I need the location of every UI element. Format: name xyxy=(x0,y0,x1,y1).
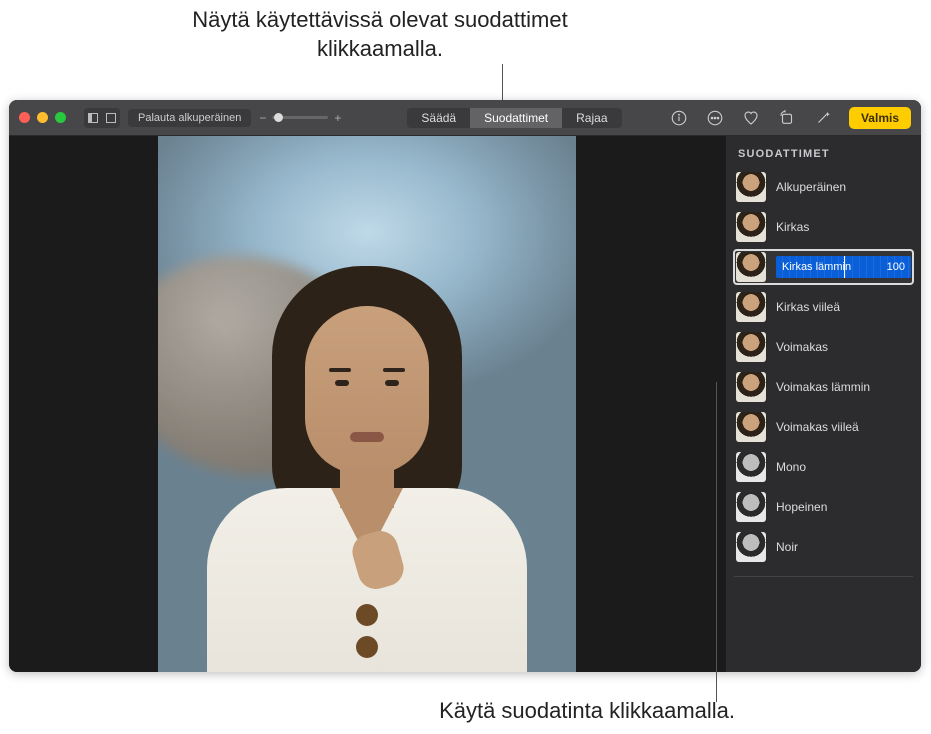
toolbar-right-icons: Valmis xyxy=(669,107,911,129)
filter-thumbnail xyxy=(736,332,766,362)
filter-label: Voimakas xyxy=(776,340,911,354)
filters-panel-title: SUODATTIMET xyxy=(734,146,913,170)
filter-item-mono[interactable]: Mono xyxy=(734,450,913,484)
zoom-out-label[interactable]: − xyxy=(259,111,266,125)
filter-thumbnail xyxy=(736,412,766,442)
filter-list: AlkuperäinenKirkasKirkas lämmin100Kirkas… xyxy=(734,170,913,577)
filter-item-kirkas-lämmin[interactable]: Kirkas lämmin 100 xyxy=(734,250,913,284)
tab-crop[interactable]: Rajaa xyxy=(562,108,621,128)
filter-label: Hopeinen xyxy=(776,500,911,514)
zoom-in-label[interactable]: + xyxy=(334,111,341,125)
info-icon[interactable] xyxy=(669,108,689,128)
filter-label: Voimakas lämmin xyxy=(776,380,911,394)
filter-item-voimakas[interactable]: Voimakas xyxy=(734,330,913,364)
window-controls xyxy=(19,112,66,123)
photo-preview[interactable] xyxy=(158,136,576,672)
filter-thumbnail xyxy=(736,172,766,202)
filters-panel: SUODATTIMET Alkuperäinen Kirkas Kirkas läm… xyxy=(725,136,921,672)
compare-view-toggle[interactable] xyxy=(84,108,120,128)
filter-item-hopeinen[interactable]: Hopeinen xyxy=(734,490,913,524)
filter-thumbnail xyxy=(736,532,766,562)
filter-intensity-value: 100 xyxy=(887,261,905,273)
photos-edit-window: Palauta alkuperäinen − + Säädä Suodattim… xyxy=(9,100,921,672)
minimize-window-button[interactable] xyxy=(37,112,48,123)
single-view-icon xyxy=(106,113,116,123)
edit-mode-tabs: Säädä Suodattimet Rajaa xyxy=(407,108,621,128)
filter-intensity-slider[interactable]: Kirkas lämmin 100 xyxy=(776,256,911,278)
filter-item-voimakas-viileä[interactable]: Voimakas viileä xyxy=(734,410,913,444)
zoom-control: − + xyxy=(259,111,341,125)
filter-label: Noir xyxy=(776,540,911,554)
zoom-slider[interactable] xyxy=(272,116,328,119)
filter-label: Mono xyxy=(776,460,911,474)
callout-bottom-text: Käytä suodatinta klikkaamalla. xyxy=(355,698,735,724)
fullscreen-window-button[interactable] xyxy=(55,112,66,123)
auto-enhance-wand-icon[interactable] xyxy=(813,108,833,128)
photo-canvas xyxy=(9,136,725,672)
filter-item-noir[interactable]: Noir xyxy=(734,530,913,564)
filter-label: Kirkas viileä xyxy=(776,300,911,314)
editor-content: SUODATTIMET Alkuperäinen Kirkas Kirkas läm… xyxy=(9,136,921,672)
more-icon[interactable] xyxy=(705,108,725,128)
tab-adjust[interactable]: Säädä xyxy=(407,108,470,128)
toolbar: Palauta alkuperäinen − + Säädä Suodattim… xyxy=(9,100,921,136)
filter-thumbnail xyxy=(736,372,766,402)
rotate-icon[interactable] xyxy=(777,108,797,128)
callout-top-line xyxy=(502,64,503,100)
favorite-heart-icon[interactable] xyxy=(741,108,761,128)
filter-thumbnail xyxy=(736,292,766,322)
filter-item-kirkas[interactable]: Kirkas xyxy=(734,210,913,244)
filter-thumbnail xyxy=(736,452,766,482)
split-view-icon xyxy=(88,113,98,123)
close-window-button[interactable] xyxy=(19,112,30,123)
filter-item-voimakas-lämmin[interactable]: Voimakas lämmin xyxy=(734,370,913,404)
filter-label: Voimakas viileä xyxy=(776,420,911,434)
callout-top-text: Näytä käytettävissä olevat suodattimet k… xyxy=(130,6,630,63)
callout-bottom-line xyxy=(716,382,717,702)
filter-item-alkuperäinen[interactable]: Alkuperäinen xyxy=(734,170,913,204)
filter-label: Kirkas lämmin xyxy=(782,261,851,273)
filter-item-kirkas-viileä[interactable]: Kirkas viileä xyxy=(734,290,913,324)
filter-label: Kirkas xyxy=(776,220,911,234)
filter-thumbnail xyxy=(736,212,766,242)
zoom-slider-thumb[interactable] xyxy=(274,113,283,122)
reset-to-original-button[interactable]: Palauta alkuperäinen xyxy=(128,109,251,127)
filter-thumbnail xyxy=(736,252,766,282)
tab-filters[interactable]: Suodattimet xyxy=(470,108,562,128)
filter-label: Alkuperäinen xyxy=(776,180,911,194)
done-button[interactable]: Valmis xyxy=(849,107,911,129)
filter-thumbnail xyxy=(736,492,766,522)
